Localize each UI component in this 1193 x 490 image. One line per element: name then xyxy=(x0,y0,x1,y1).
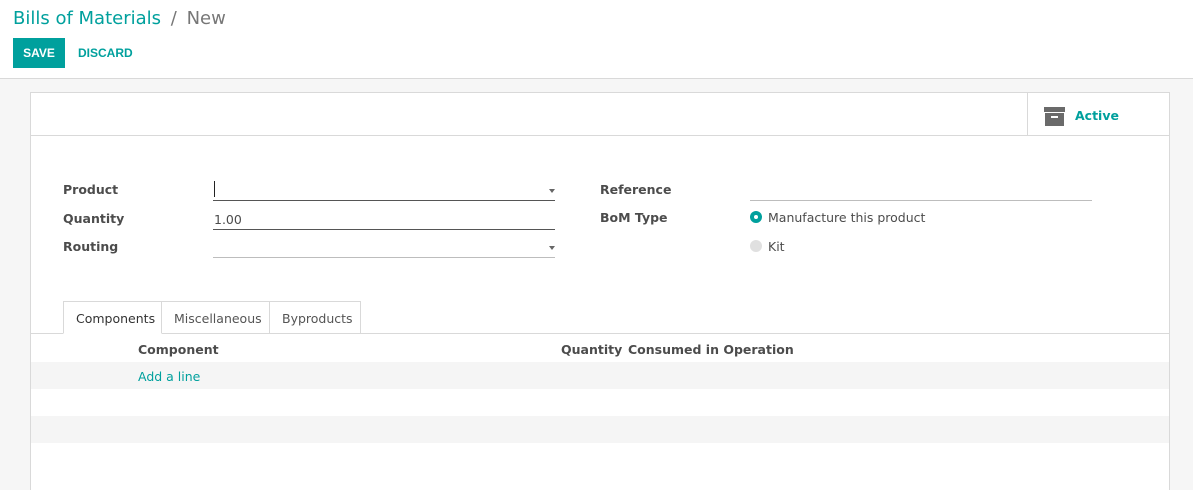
product-label: Product xyxy=(63,182,119,197)
column-header-consumed-in-operation[interactable]: Consumed in Operation xyxy=(628,342,794,357)
quantity-field[interactable]: 1.00 xyxy=(213,210,555,230)
tab-byproducts[interactable]: Byproducts xyxy=(269,301,361,334)
active-toggle-button[interactable]: Active xyxy=(1027,93,1169,135)
button-box: Active xyxy=(31,93,1169,136)
add-a-line-link[interactable]: Add a line xyxy=(138,369,200,384)
form-sheet: Active Product Quantity 1.00 Routing Ref… xyxy=(30,92,1170,490)
breadcrumb-separator: / xyxy=(170,8,177,29)
breadcrumb-current: New xyxy=(186,8,226,29)
routing-label: Routing xyxy=(63,239,119,254)
reference-label: Reference xyxy=(600,182,672,197)
table-row xyxy=(31,416,1169,443)
breadcrumb-bills-of-materials[interactable]: Bills of Materials xyxy=(13,8,161,29)
table-row xyxy=(31,362,1169,389)
radio-kit-label[interactable]: Kit xyxy=(768,239,785,254)
column-header-quantity[interactable]: Quantity xyxy=(561,342,622,357)
text-cursor xyxy=(214,181,215,197)
active-label: Active xyxy=(1075,108,1119,123)
radio-manufacture-label[interactable]: Manufacture this product xyxy=(768,210,925,225)
product-field[interactable] xyxy=(213,181,555,201)
archive-icon xyxy=(1044,107,1065,126)
breadcrumb: Bills of Materials / New xyxy=(13,8,226,29)
discard-button[interactable]: DISCARD xyxy=(71,38,140,68)
reference-field[interactable] xyxy=(750,181,1092,201)
save-button[interactable]: SAVE xyxy=(13,38,65,68)
quantity-label: Quantity xyxy=(63,211,125,226)
radio-kit[interactable] xyxy=(750,240,762,252)
routing-field[interactable] xyxy=(213,238,555,258)
table-row xyxy=(31,389,1169,416)
chevron-down-icon[interactable] xyxy=(549,246,555,250)
tab-components[interactable]: Components xyxy=(63,301,162,334)
quantity-value: 1.00 xyxy=(214,212,242,227)
control-panel: Bills of Materials / New SAVE DISCARD xyxy=(0,0,1193,79)
column-header-component[interactable]: Component xyxy=(138,342,219,357)
radio-manufacture[interactable] xyxy=(750,211,762,223)
bom-type-label: BoM Type xyxy=(600,210,668,225)
tab-miscellaneous[interactable]: Miscellaneous xyxy=(161,301,270,334)
chevron-down-icon[interactable] xyxy=(549,189,555,193)
